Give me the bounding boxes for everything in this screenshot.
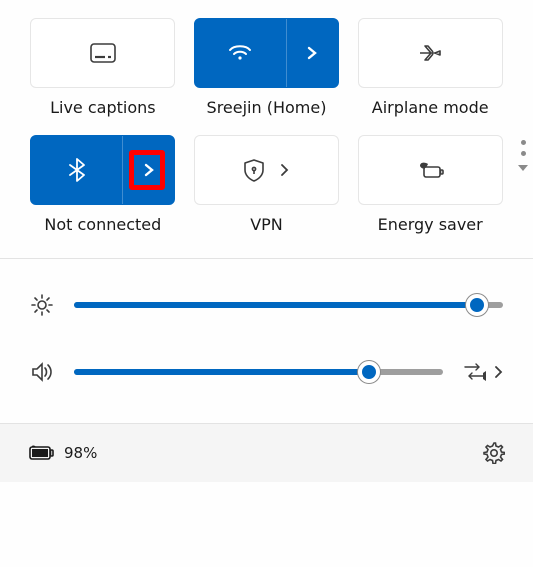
chevron-right-icon[interactable] (493, 366, 503, 378)
footer: 98% (0, 423, 533, 482)
gear-icon (483, 442, 505, 464)
bluetooth-icon (69, 158, 85, 182)
energy-saver-label: Energy saver (378, 215, 483, 234)
live-captions-tile[interactable] (30, 18, 175, 88)
wifi-expand-button[interactable] (286, 19, 338, 87)
slider-thumb[interactable] (358, 361, 380, 383)
volume-icon (30, 361, 54, 383)
page-indicator[interactable] (517, 140, 529, 174)
airplane-icon (417, 42, 443, 64)
dot-icon (521, 140, 526, 145)
quick-settings-tiles: Live captions (0, 0, 533, 258)
energy-saver-tile[interactable] (358, 135, 503, 205)
audio-output-icon[interactable] (463, 362, 487, 382)
chevron-right-icon (279, 164, 289, 176)
bluetooth-toggle-area[interactable] (31, 136, 122, 204)
chevron-right-icon (142, 163, 156, 177)
chevron-down-icon (517, 162, 529, 174)
dot-icon (521, 151, 526, 156)
battery-icon (28, 444, 54, 462)
vpn-tile[interactable] (194, 135, 339, 205)
bluetooth-expand-button[interactable] (122, 136, 174, 204)
wifi-tile[interactable] (194, 18, 339, 88)
settings-button[interactable] (483, 442, 505, 464)
airplane-mode-label: Airplane mode (372, 98, 489, 117)
wifi-label: Sreejin (Home) (207, 98, 327, 117)
brightness-icon (30, 293, 54, 317)
volume-slider[interactable] (74, 369, 443, 375)
bluetooth-tile[interactable] (30, 135, 175, 205)
wifi-icon (228, 43, 252, 63)
sliders-area (0, 259, 533, 423)
shield-lock-icon (243, 158, 265, 182)
bluetooth-label: Not connected (44, 215, 161, 234)
leaf-battery-icon (416, 160, 444, 180)
live-captions-label: Live captions (50, 98, 156, 117)
brightness-slider[interactable] (74, 302, 503, 308)
chevron-right-icon (305, 46, 319, 60)
slider-thumb[interactable] (466, 294, 488, 316)
captions-icon (90, 43, 116, 63)
vpn-label: VPN (250, 215, 283, 234)
airplane-mode-tile[interactable] (358, 18, 503, 88)
wifi-toggle-area[interactable] (195, 19, 286, 87)
battery-status[interactable]: 98% (28, 444, 97, 462)
battery-percent: 98% (64, 444, 97, 462)
